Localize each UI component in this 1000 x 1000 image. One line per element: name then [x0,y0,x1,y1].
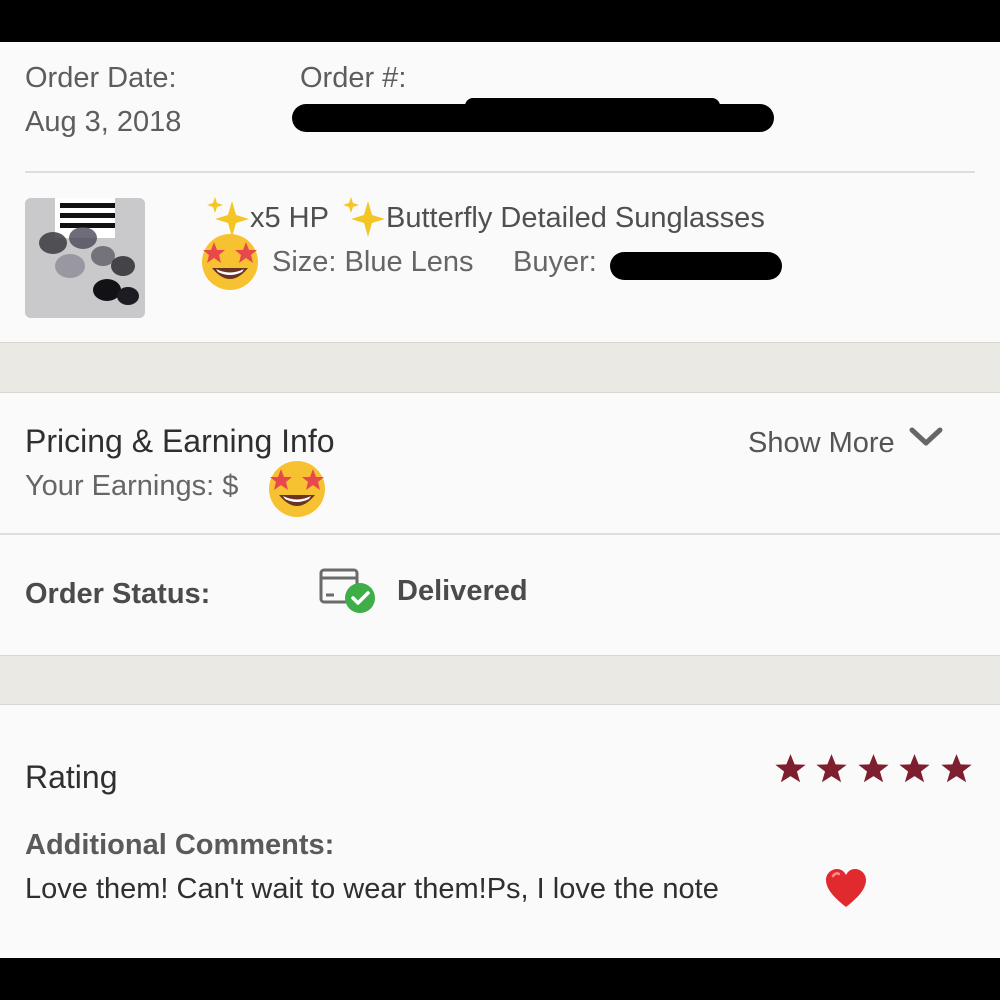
show-more-button[interactable]: Show More [748,426,943,460]
sparkles-icon [343,197,385,237]
order-number-label: Order #: [300,62,407,94]
star-icon [899,754,930,783]
star-icon [816,754,848,783]
rating-heading: Rating [25,759,118,795]
star-icon [858,754,889,783]
earnings-label: Your Earnings: $ [25,470,239,502]
order-status-label: Order Status: [25,578,211,610]
comments-label: Additional Comments: [25,829,335,861]
star-icon [775,754,806,783]
section-gap [0,655,1000,705]
order-date-value: Aug 3, 2018 [25,106,182,138]
rating-stars [774,752,977,790]
section-gap [0,342,1000,393]
star-struck-emoji-icon [202,234,258,290]
bottom-black-bar [0,958,1000,1000]
header-divider [25,171,975,173]
buyer-label: Buyer: [513,246,597,278]
buyer-redaction [610,252,782,280]
item-thumbnail[interactable] [25,198,145,318]
order-status-value: Delivered [397,575,528,607]
pricing-card [0,393,1000,534]
star-icon [941,754,972,783]
package-delivered-icon [319,568,375,613]
order-number-redaction-top [465,98,720,114]
red-heart-icon [826,869,866,907]
chevron-down-icon [909,427,943,446]
order-date-label: Order Date: [25,62,177,94]
top-black-bar [0,0,1000,42]
item-title[interactable]: Butterfly Detailed Sunglasses [386,202,765,235]
comments-text: Love them! Can't wait to wear them!Ps, I… [25,873,719,905]
item-size: Size: Blue Lens [272,246,474,278]
show-more-label: Show More [748,427,895,459]
star-struck-emoji-icon [269,461,325,517]
